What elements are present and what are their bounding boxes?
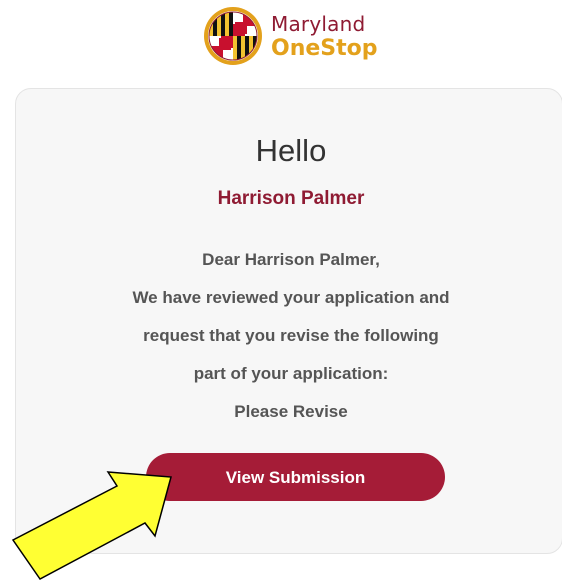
brand-wordmark: Maryland OneStop bbox=[271, 14, 378, 60]
pointer-arrow-icon bbox=[11, 471, 172, 580]
brand-title-line2: OneStop bbox=[271, 36, 378, 61]
revision-request: Please Revise bbox=[234, 402, 348, 421]
message-line: part of your application: bbox=[193, 364, 389, 383]
message-line: request that you revise the following bbox=[143, 326, 439, 345]
greeting-heading: Hello bbox=[255, 133, 327, 168]
message-line: Dear Harrison Palmer, bbox=[202, 250, 380, 269]
maryland-flag-icon bbox=[204, 7, 262, 65]
recipient-name: Harrison Palmer bbox=[217, 188, 365, 209]
message-line: We have reviewed your application and bbox=[132, 288, 450, 307]
brand-header: Maryland OneStop bbox=[203, 6, 403, 74]
email-page: Maryland OneStop Hello Harrison Palmer D… bbox=[0, 0, 562, 581]
brand-title-line1: Maryland bbox=[271, 12, 366, 36]
message-body: Dear Harrison Palmer, We have reviewed y… bbox=[16, 241, 562, 431]
